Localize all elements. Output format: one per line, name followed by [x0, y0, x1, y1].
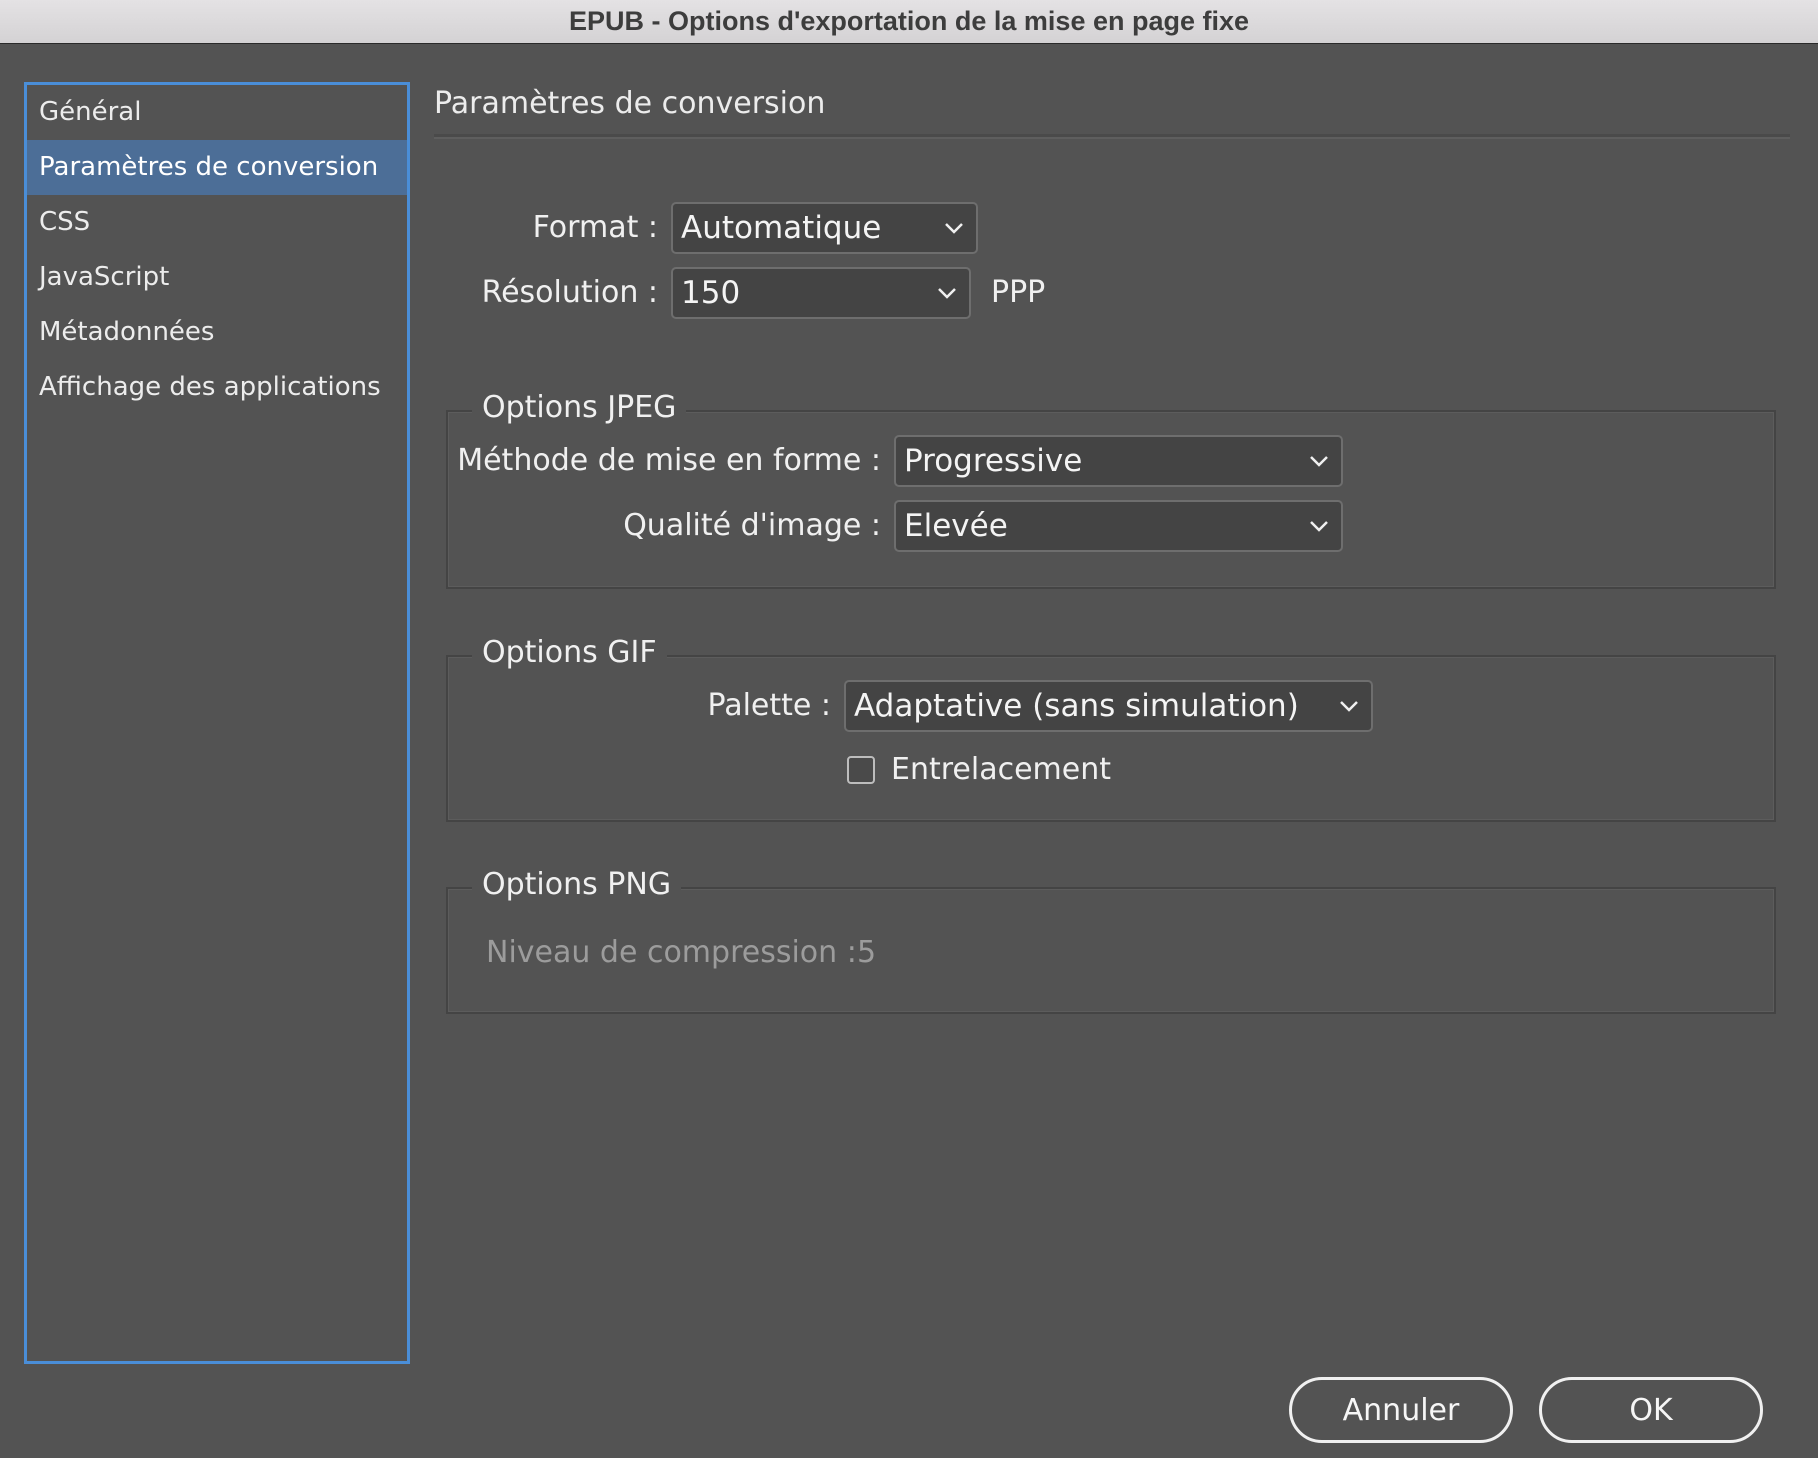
sidebar-item-app-display[interactable]: Affichage des applications [27, 360, 407, 415]
interlace-label[interactable]: Entrelacement [891, 752, 1111, 787]
jpeg-quality-dropdown[interactable]: Elevée [894, 500, 1343, 552]
chevron-down-icon [1297, 502, 1341, 550]
jpeg-method-value: Progressive [904, 443, 1083, 479]
section-title: Paramètres de conversion [434, 86, 826, 121]
resolution-label: Résolution : [481, 275, 658, 310]
chevron-down-icon [932, 204, 976, 252]
window-title-bar: EPUB - Options d'exportation de la mise … [0, 0, 1818, 44]
gif-options-legend: Options GIF [472, 635, 667, 670]
resolution-dropdown[interactable]: 150 [671, 267, 971, 319]
jpeg-quality-value: Elevée [904, 508, 1008, 544]
jpeg-quality-label: Qualité d'image : [623, 508, 881, 543]
format-dropdown[interactable]: Automatique [671, 202, 978, 254]
png-compression-value: 5 [857, 935, 877, 970]
interlace-checkbox[interactable] [847, 756, 875, 784]
resolution-value: 150 [681, 275, 741, 311]
sidebar-item-metadata[interactable]: Métadonnées [27, 305, 407, 360]
cancel-button[interactable]: Annuler [1289, 1377, 1513, 1443]
palette-label: Palette : [707, 688, 831, 723]
palette-value: Adaptative (sans simulation) [854, 688, 1299, 724]
sidebar-item-conversion-settings[interactable]: Paramètres de conversion [27, 140, 407, 195]
jpeg-options-legend: Options JPEG [472, 390, 687, 425]
window-title: EPUB - Options d'exportation de la mise … [568, 6, 1250, 36]
chevron-down-icon [1297, 437, 1341, 485]
format-value: Automatique [681, 210, 882, 246]
sidebar-item-css[interactable]: CSS [27, 195, 407, 250]
resolution-unit: PPP [991, 275, 1046, 310]
sidebar-list[interactable]: Général Paramètres de conversion CSS Jav… [24, 82, 410, 1364]
palette-dropdown[interactable]: Adaptative (sans simulation) [844, 680, 1373, 732]
png-options-legend: Options PNG [472, 867, 682, 902]
chevron-down-icon [1327, 682, 1371, 730]
jpeg-method-label: Méthode de mise en forme : [457, 443, 881, 478]
sidebar-item-javascript[interactable]: JavaScript [27, 250, 407, 305]
jpeg-method-dropdown[interactable]: Progressive [894, 435, 1343, 487]
format-label: Format : [532, 210, 658, 245]
chevron-down-icon [925, 269, 969, 317]
sidebar-item-general[interactable]: Général [27, 85, 407, 140]
title-divider [434, 134, 1790, 139]
ok-button[interactable]: OK [1539, 1377, 1763, 1443]
png-compression-label: Niveau de compression : [486, 935, 857, 970]
